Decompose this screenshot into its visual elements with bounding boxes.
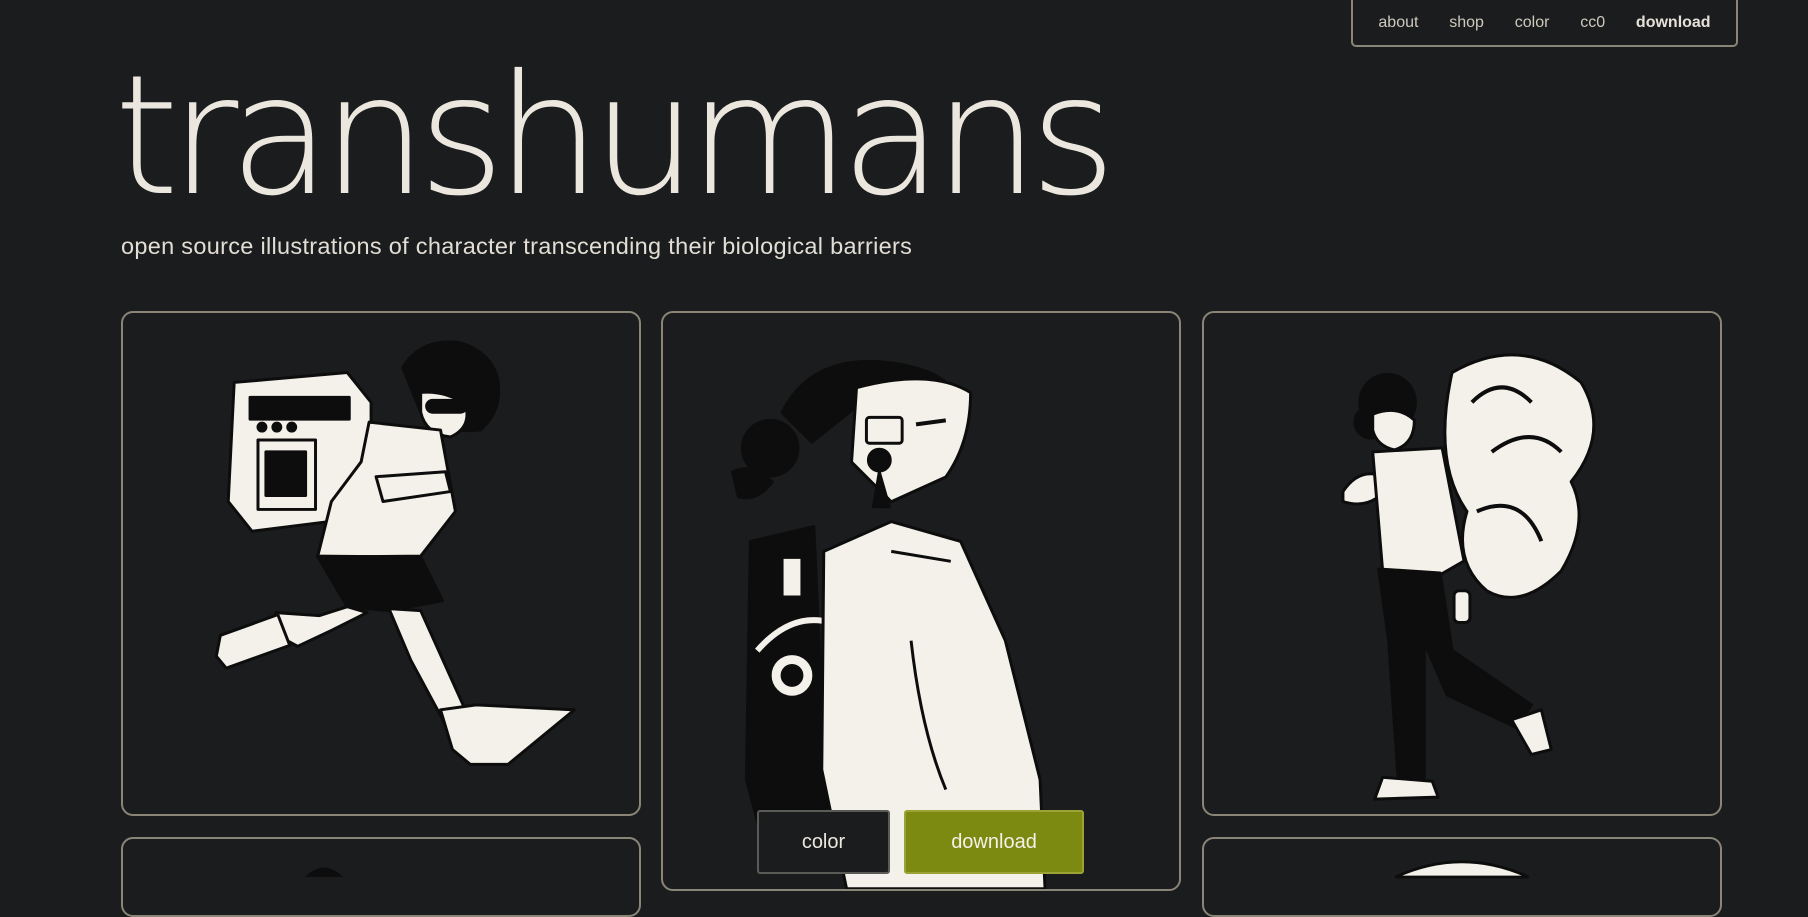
illustration-card-row2-right[interactable]	[1202, 837, 1722, 917]
running-character-illustration	[214, 340, 576, 766]
nav-download-link[interactable]: download	[1636, 14, 1711, 32]
page-title: transhumans	[114, 40, 1116, 233]
illustration-card-looking-up[interactable]	[661, 311, 1181, 891]
nav-about-link[interactable]: about	[1378, 14, 1418, 32]
partial-illustration	[305, 867, 343, 877]
partial-illustration	[1394, 860, 1530, 879]
floating-action-bar: color download	[757, 810, 1084, 874]
illustration-card-runner[interactable]	[121, 311, 641, 816]
color-button[interactable]: color	[757, 810, 890, 874]
illustration-card-plants[interactable]	[1202, 311, 1722, 816]
nav-shop-link[interactable]: shop	[1449, 14, 1484, 32]
nav-color-link[interactable]: color	[1515, 14, 1550, 32]
plant-backpack-character-illustration	[1341, 353, 1596, 801]
download-button[interactable]: download	[904, 810, 1084, 874]
looking-up-character-illustration	[730, 359, 1047, 889]
top-nav: about shop color cc0 download	[1351, 0, 1738, 47]
illustration-card-row2-left[interactable]	[121, 837, 641, 917]
page-subtitle: open source illustrations of character t…	[121, 233, 913, 259]
nav-cc0-link[interactable]: cc0	[1580, 14, 1605, 32]
